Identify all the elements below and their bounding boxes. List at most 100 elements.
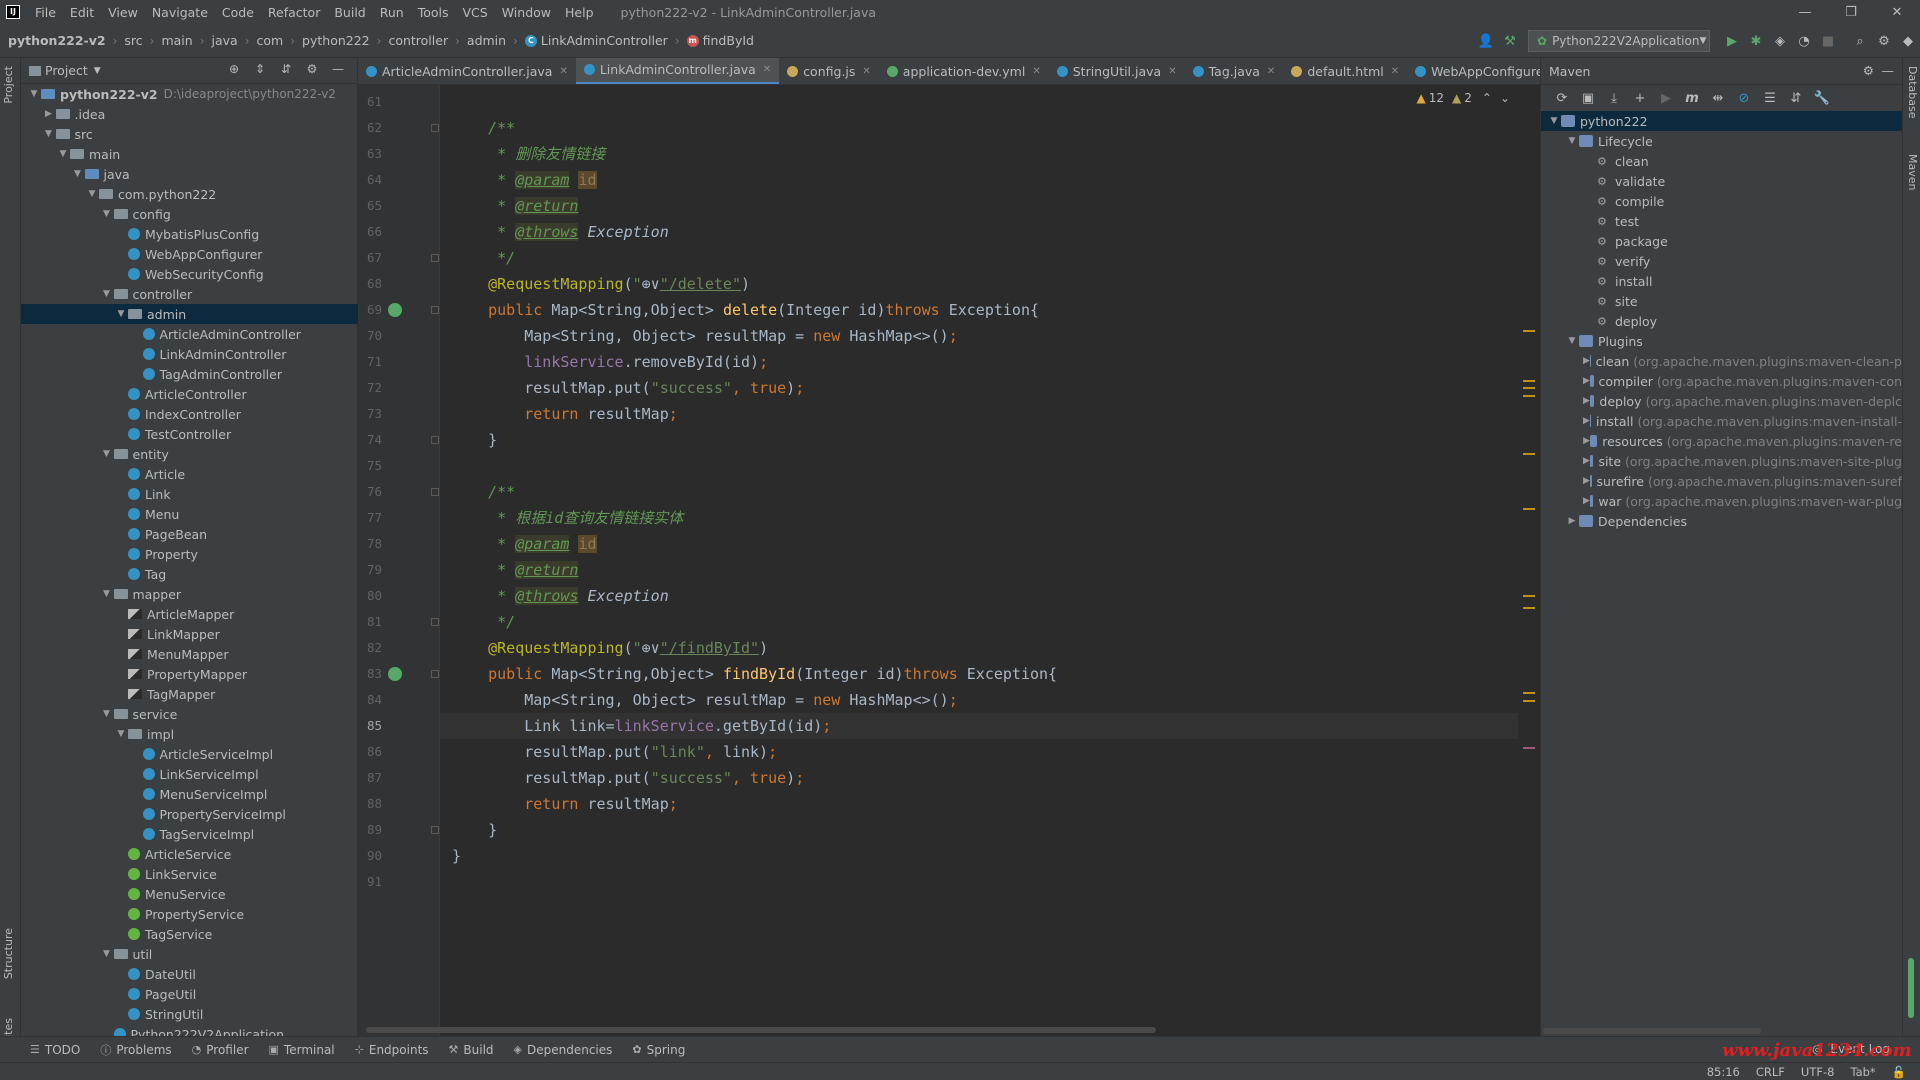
menu-vcs[interactable]: VCS xyxy=(456,5,495,20)
error-stripe-marker[interactable] xyxy=(1523,700,1535,702)
maven-tree-item[interactable]: ⚙ site xyxy=(1541,291,1902,311)
breadcrumb-item[interactable]: controller xyxy=(386,33,450,48)
code-line[interactable]: * @throws Exception xyxy=(452,583,669,609)
run-configuration-select[interactable]: ✿ Python222V2Application ▼ xyxy=(1528,30,1710,52)
fold-icon[interactable] xyxy=(431,488,439,496)
tree-item[interactable]: MenuMapper xyxy=(21,644,358,664)
tool-window-problems[interactable]: ⓘ Problems xyxy=(90,1042,181,1058)
skip-tests-icon[interactable]: ⊘ xyxy=(1731,91,1757,106)
error-stripe-marker[interactable] xyxy=(1523,595,1535,597)
add-icon[interactable]: + xyxy=(1627,91,1653,106)
chevron-down-icon[interactable]: ▼ xyxy=(100,289,114,299)
maven-tree-item[interactable]: ▶ site (org.apache.maven.plugins:maven-sit… xyxy=(1541,451,1902,471)
menu-help[interactable]: Help xyxy=(558,5,601,20)
database-tool-tab[interactable]: Database xyxy=(1906,66,1919,119)
editor-tab[interactable]: config.js ✕ xyxy=(779,58,879,84)
chevron-right-icon[interactable]: ▶ xyxy=(1583,396,1590,406)
code-line[interactable]: * 根据id查询友情链接实体 xyxy=(452,505,683,531)
menu-tools[interactable]: Tools xyxy=(411,5,456,20)
expand-all-icon[interactable]: ⇕ xyxy=(247,62,273,76)
chevron-down-icon[interactable]: ▼ xyxy=(1565,336,1579,346)
tree-item[interactable]: TagServiceImpl xyxy=(21,824,358,844)
code-line[interactable]: Map<String, Object> resultMap = new Hash… xyxy=(452,323,958,349)
maven-tree-item[interactable]: ▶ compiler (org.apache.maven.plugins:maven… xyxy=(1541,371,1902,391)
maven-tree-item[interactable]: ⚙ test xyxy=(1541,211,1902,231)
chevron-right-icon[interactable]: ▶ xyxy=(1583,476,1590,486)
line-separator[interactable]: CRLF xyxy=(1748,1065,1793,1079)
tree-item[interactable]: DateUtil xyxy=(21,964,358,984)
chevron-down-icon[interactable]: ▼ xyxy=(27,89,41,99)
collapse-all-icon[interactable]: ⇵ xyxy=(1783,91,1809,106)
maven-tree-item[interactable]: ▼ Plugins xyxy=(1541,331,1902,351)
tool-window-endpoints[interactable]: ⊹ Endpoints xyxy=(345,1042,439,1058)
tree-item[interactable]: Tag xyxy=(21,564,358,584)
menu-build[interactable]: Build xyxy=(327,5,372,20)
lock-icon[interactable]: 🔓 xyxy=(1884,1065,1920,1079)
chevron-down-icon[interactable]: ▼ xyxy=(1565,136,1579,146)
close-icon[interactable]: ✕ xyxy=(1874,0,1920,24)
code-line[interactable]: * @param id xyxy=(452,531,597,557)
chevron-down-icon[interactable]: ▼ xyxy=(71,169,85,179)
show-dependencies-icon[interactable]: ☰ xyxy=(1757,91,1783,106)
maven-tool-tab[interactable]: Maven xyxy=(1906,154,1919,190)
editor-tab[interactable]: StringUtil.java ✕ xyxy=(1049,58,1185,84)
gear-icon[interactable]: ⚙ xyxy=(1863,63,1874,78)
profile-icon[interactable]: ◔ xyxy=(1792,29,1816,53)
error-stripe-marker[interactable] xyxy=(1523,380,1535,382)
tree-item[interactable]: ▼ mapper xyxy=(21,584,358,604)
menu-refactor[interactable]: Refactor xyxy=(261,5,327,20)
code-editor[interactable]: 61 62 63 64 65 66 67 68 69 70 71 72 73 74 75 76 77 78 79 80… xyxy=(358,85,1540,1036)
code-line[interactable]: * @return xyxy=(452,193,579,219)
tool-window-todo[interactable]: ☰ TODO xyxy=(20,1042,90,1058)
breadcrumb-item[interactable]: python222 xyxy=(300,33,372,48)
reload-icon[interactable]: ⟳ xyxy=(1549,91,1575,106)
tree-item[interactable]: ▼ service xyxy=(21,704,358,724)
error-stripe-marker[interactable] xyxy=(1523,387,1535,389)
tree-item[interactable]: PropertyServiceImpl xyxy=(21,804,358,824)
hide-icon[interactable]: — xyxy=(325,62,351,76)
close-icon[interactable]: ✕ xyxy=(763,64,771,75)
code-line[interactable]: public Map<String,Object> delete(Integer… xyxy=(452,297,1039,323)
minimize-icon[interactable]: — xyxy=(1782,0,1828,24)
breadcrumb-item[interactable]: m findById xyxy=(685,33,756,48)
chevron-right-icon[interactable]: ▶ xyxy=(1583,356,1590,366)
maven-tree-item[interactable]: ▶ surefire (org.apache.maven.plugins:maven… xyxy=(1541,471,1902,491)
gear-icon[interactable]: ⚙ xyxy=(299,62,325,76)
maven-tree-item[interactable]: ⚙ validate xyxy=(1541,171,1902,191)
close-icon[interactable]: ✕ xyxy=(1168,66,1176,77)
code-line[interactable]: * @throws Exception xyxy=(452,219,669,245)
chevron-down-icon[interactable]: ▼ xyxy=(42,129,56,139)
chevron-down-icon[interactable]: ▼ xyxy=(100,449,114,459)
breadcrumb-item[interactable]: src xyxy=(122,33,144,48)
add-folder-icon[interactable]: ▣ xyxy=(1575,91,1601,106)
tree-item[interactable]: TagMapper xyxy=(21,684,358,704)
user-icon[interactable]: 👤 xyxy=(1474,29,1498,53)
close-icon[interactable]: ✕ xyxy=(1267,66,1275,77)
tool-window-dependencies[interactable]: ◈ Dependencies xyxy=(504,1042,623,1058)
tree-item[interactable]: Property xyxy=(21,544,358,564)
tree-item[interactable]: Menu xyxy=(21,504,358,524)
code-line[interactable]: @RequestMapping("⊕∨"/delete") xyxy=(452,271,750,297)
menu-view[interactable]: View xyxy=(101,5,145,20)
chevron-right-icon[interactable]: ▶ xyxy=(42,109,56,119)
menu-edit[interactable]: Edit xyxy=(63,5,101,20)
tree-item[interactable]: ▼ config xyxy=(21,204,358,224)
structure-tool-tab[interactable]: Structure xyxy=(2,928,15,979)
error-stripe-marker[interactable] xyxy=(1523,747,1535,749)
error-stripe-marker[interactable] xyxy=(1523,330,1535,332)
editor-tab[interactable]: WebAppConfigurer.✕ xyxy=(1407,58,1540,84)
breadcrumb-item[interactable]: com xyxy=(255,33,286,48)
tree-item[interactable]: TagService xyxy=(21,924,358,944)
tree-item[interactable]: ArticleMapper xyxy=(21,604,358,624)
collapse-all-icon[interactable]: ⇵ xyxy=(273,62,299,76)
code-line[interactable]: linkService.removeById(id); xyxy=(452,349,768,375)
code-line[interactable]: resultMap.put("success", true); xyxy=(452,375,804,401)
error-stripe-marker[interactable] xyxy=(1523,395,1535,397)
debug-icon[interactable]: ✱ xyxy=(1744,29,1768,53)
file-encoding[interactable]: UTF-8 xyxy=(1793,1065,1843,1079)
tree-item[interactable]: MenuService xyxy=(21,884,358,904)
maven-tree-item[interactable]: ⚙ deploy xyxy=(1541,311,1902,331)
code-line[interactable]: return resultMap; xyxy=(452,401,678,427)
hide-icon[interactable]: — xyxy=(1882,63,1895,78)
jetbrains-toolbox-icon[interactable]: ◆ xyxy=(1896,29,1920,53)
